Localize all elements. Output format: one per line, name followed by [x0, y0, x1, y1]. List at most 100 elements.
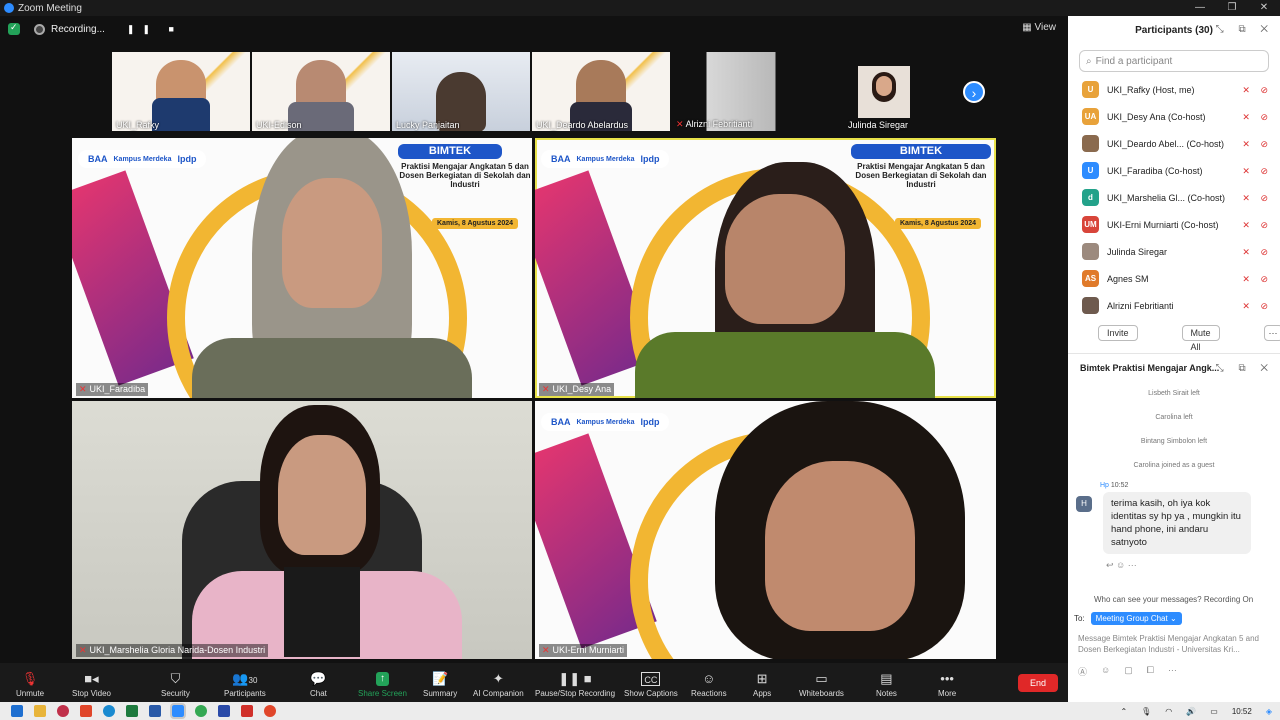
security-button[interactable]: ⛉ Security — [161, 672, 190, 702]
chat-label: Chat — [310, 689, 327, 698]
thumb-video[interactable]: Julinda Siregar — [812, 52, 950, 131]
recording-controls[interactable]: ❚❚ ■ — [127, 24, 182, 35]
panel-header-icons[interactable]: ⤡ ⧉ ✕ — [1216, 24, 1274, 35]
window-title: Zoom Meeting — [18, 2, 82, 14]
message-actions[interactable]: ↩ ☺ ··· — [1106, 560, 1280, 571]
share-screen-button[interactable]: ↑ Share Screen — [358, 672, 407, 702]
more-icon[interactable]: ··· — [1168, 665, 1177, 678]
chat-button[interactable]: 💬 Chat — [310, 672, 327, 702]
reactions-button[interactable]: ☺ Reactions — [691, 672, 727, 702]
chat-tools: Ⓐ ☺ ▢ ⧠ ··· — [1068, 665, 1280, 678]
captions-label: Show Captions — [624, 689, 678, 698]
chat-header-icons[interactable]: ⤡ ⧉ ✕ — [1216, 363, 1274, 374]
file-explorer-icon[interactable] — [34, 705, 46, 717]
baa-logo: BAA — [88, 154, 108, 164]
whiteboards-button[interactable]: ▭ Whiteboards — [799, 672, 844, 702]
captions-button[interactable]: CC Show Captions — [624, 672, 678, 702]
participant-row[interactable]: UM UKI-Erni Murniarti (Co-host) ✕ ⊘ — [1068, 211, 1280, 238]
more-options-button[interactable]: ··· — [1263, 325, 1280, 341]
sender-avatar: H — [1076, 496, 1092, 512]
video-tile[interactable]: BAA Kampus Merdeka lpdp BIMTEK Praktisi … — [72, 138, 532, 398]
invite-button[interactable]: Invite — [1098, 325, 1138, 341]
thumb-video[interactable]: ✕ Alrizni Febritianti — [672, 52, 810, 131]
participant-row[interactable]: UA UKI_Desy Ana (Co-host) ✕ ⊘ — [1068, 103, 1280, 130]
participant-name: UKI_Faradiba (Co-host) — [1107, 165, 1203, 176]
opera-icon[interactable] — [57, 705, 69, 717]
search-placeholder: Find a participant — [1095, 55, 1173, 67]
participant-row[interactable]: Alrizni Febritianti ✕ ⊘ — [1068, 292, 1280, 319]
participant-row[interactable]: AS Agnes SM ✕ ⊘ — [1068, 265, 1280, 292]
thumb-video[interactable]: Lucky Panjaitan — [392, 52, 530, 131]
word-icon[interactable] — [149, 705, 161, 717]
participant-row[interactable]: Julinda Siregar ✕ ⊘ — [1068, 238, 1280, 265]
search-icon: ⌕ — [1086, 55, 1092, 67]
participant-search-input[interactable]: ⌕ Find a participant — [1079, 50, 1269, 72]
volume-icon[interactable]: 🔊 — [1186, 707, 1196, 716]
emoji-icon: ☺ — [702, 671, 716, 686]
video-tile[interactable]: ✕ UKI_Marshelia Gloria Narida-Dosen Indus… — [72, 401, 532, 659]
video-tile[interactable]: BAA Kampus Merdeka lpdp ✕ UKI-Erni Murnia… — [535, 401, 996, 659]
participant-avatar: U — [1082, 162, 1099, 179]
app-icon[interactable] — [218, 705, 230, 717]
thumb-video[interactable]: UKI_Rafky — [112, 52, 250, 131]
participant-row[interactable]: UKI_Deardo Abel... (Co-host) ✕ ⊘ — [1068, 130, 1280, 157]
apps-icon: ⊞ — [756, 671, 768, 686]
thumbnail-strip: UKI_Rafky UKI-Edison Lucky Panjaitan UKI… — [112, 52, 950, 131]
mute-all-button[interactable]: Mute All — [1181, 325, 1220, 352]
pdf-icon[interactable] — [241, 705, 253, 717]
participants-button[interactable]: 👥30 Participants — [224, 672, 266, 702]
next-page-arrow-icon[interactable]: › — [963, 81, 985, 103]
view-button[interactable]: ▦ View — [1022, 22, 1056, 33]
video-tile-active-speaker[interactable]: BAA Kampus Merdeka lpdp BIMTEK Praktisi … — [535, 138, 996, 398]
mic-camera-status-icon: ✕ ⊘ — [1242, 220, 1272, 230]
notes-button[interactable]: ▤ Notes — [876, 672, 897, 702]
participant-row[interactable]: U UKI_Rafky (Host, me) ✕ ⊘ — [1068, 76, 1280, 103]
chat-title: Bimtek Praktisi Mengajar Angk... — [1080, 363, 1220, 373]
participant-avatar: AS — [1082, 270, 1099, 287]
chrome-icon[interactable] — [195, 705, 207, 717]
recipient-dropdown[interactable]: Meeting Group Chat ⌄ — [1090, 612, 1182, 625]
mic-icon[interactable]: 🎙 — [1141, 707, 1151, 716]
chat-message-input[interactable]: Message Bimtek Praktisi Mengajar Angkata… — [1068, 625, 1280, 655]
minimize-icon[interactable]: — — [1184, 0, 1216, 16]
start-icon[interactable] — [11, 705, 23, 717]
maximize-icon[interactable]: ❐ — [1216, 0, 1248, 16]
app-icon[interactable] — [264, 705, 276, 717]
close-icon[interactable]: ✕ — [1248, 0, 1280, 16]
edge-icon[interactable] — [103, 705, 115, 717]
mic-muted-icon: ✕ — [542, 645, 550, 655]
brave-icon[interactable] — [80, 705, 92, 717]
battery-icon[interactable]: ▭ — [1210, 707, 1218, 716]
thumb-video[interactable]: UKI_Deardo Abelardus — [532, 52, 670, 131]
end-meeting-button[interactable]: End — [1017, 674, 1058, 692]
ai-companion-button[interactable]: ✦ AI Companion — [473, 672, 524, 702]
participant-name: Agnes SM — [1107, 273, 1149, 284]
zoom-taskbar-icon[interactable] — [170, 703, 186, 719]
participant-name: Alrizni Febritianti — [1107, 300, 1174, 311]
mic-muted-icon: ✕ — [79, 384, 87, 394]
file-icon[interactable]: ▢ — [1124, 665, 1133, 678]
video-stage: Recording... ❚❚ ■ ▦ View UKI_Rafky UKI-E… — [0, 16, 1068, 663]
format-icon[interactable]: Ⓐ — [1078, 665, 1087, 678]
participant-row[interactable]: d UKI_Marshelia Gl... (Co-host) ✕ ⊘ — [1068, 184, 1280, 211]
summary-button[interactable]: 📝 Summary — [423, 672, 457, 702]
pause-recording-button[interactable]: ❚❚ ■ Pause/Stop Recording — [535, 672, 615, 702]
message-bubble: terima kasih, oh iya kok identitas sy hp… — [1103, 492, 1251, 554]
more-button[interactable]: ••• More — [938, 672, 956, 702]
emoji-icon[interactable]: ☺ — [1101, 665, 1110, 678]
thumb-video[interactable]: UKI-Edison — [252, 52, 390, 131]
summary-icon: 📝 — [432, 671, 449, 686]
wifi-icon[interactable]: ◠ — [1165, 707, 1172, 716]
stop-video-button[interactable]: ■◂ Stop Video — [72, 672, 111, 702]
ai-companion-label: AI Companion — [473, 689, 524, 698]
screenshot-icon[interactable]: ⧠ — [1147, 665, 1154, 678]
participant-row[interactable]: U UKI_Faradiba (Co-host) ✕ ⊘ — [1068, 157, 1280, 184]
security-shield-icon[interactable] — [8, 22, 20, 35]
chevron-up-icon[interactable]: ⌃ — [1120, 707, 1127, 716]
unmute-button[interactable]: 🎙 Unmute — [16, 672, 44, 702]
who-can-see-link[interactable]: Who can see your messages? Recording On — [1068, 595, 1280, 604]
excel-icon[interactable] — [126, 705, 138, 717]
apps-button[interactable]: ⊞ Apps — [753, 672, 771, 702]
notification-icon[interactable]: ◈ — [1266, 707, 1272, 716]
clock[interactable]: 10:52 — [1232, 707, 1252, 716]
